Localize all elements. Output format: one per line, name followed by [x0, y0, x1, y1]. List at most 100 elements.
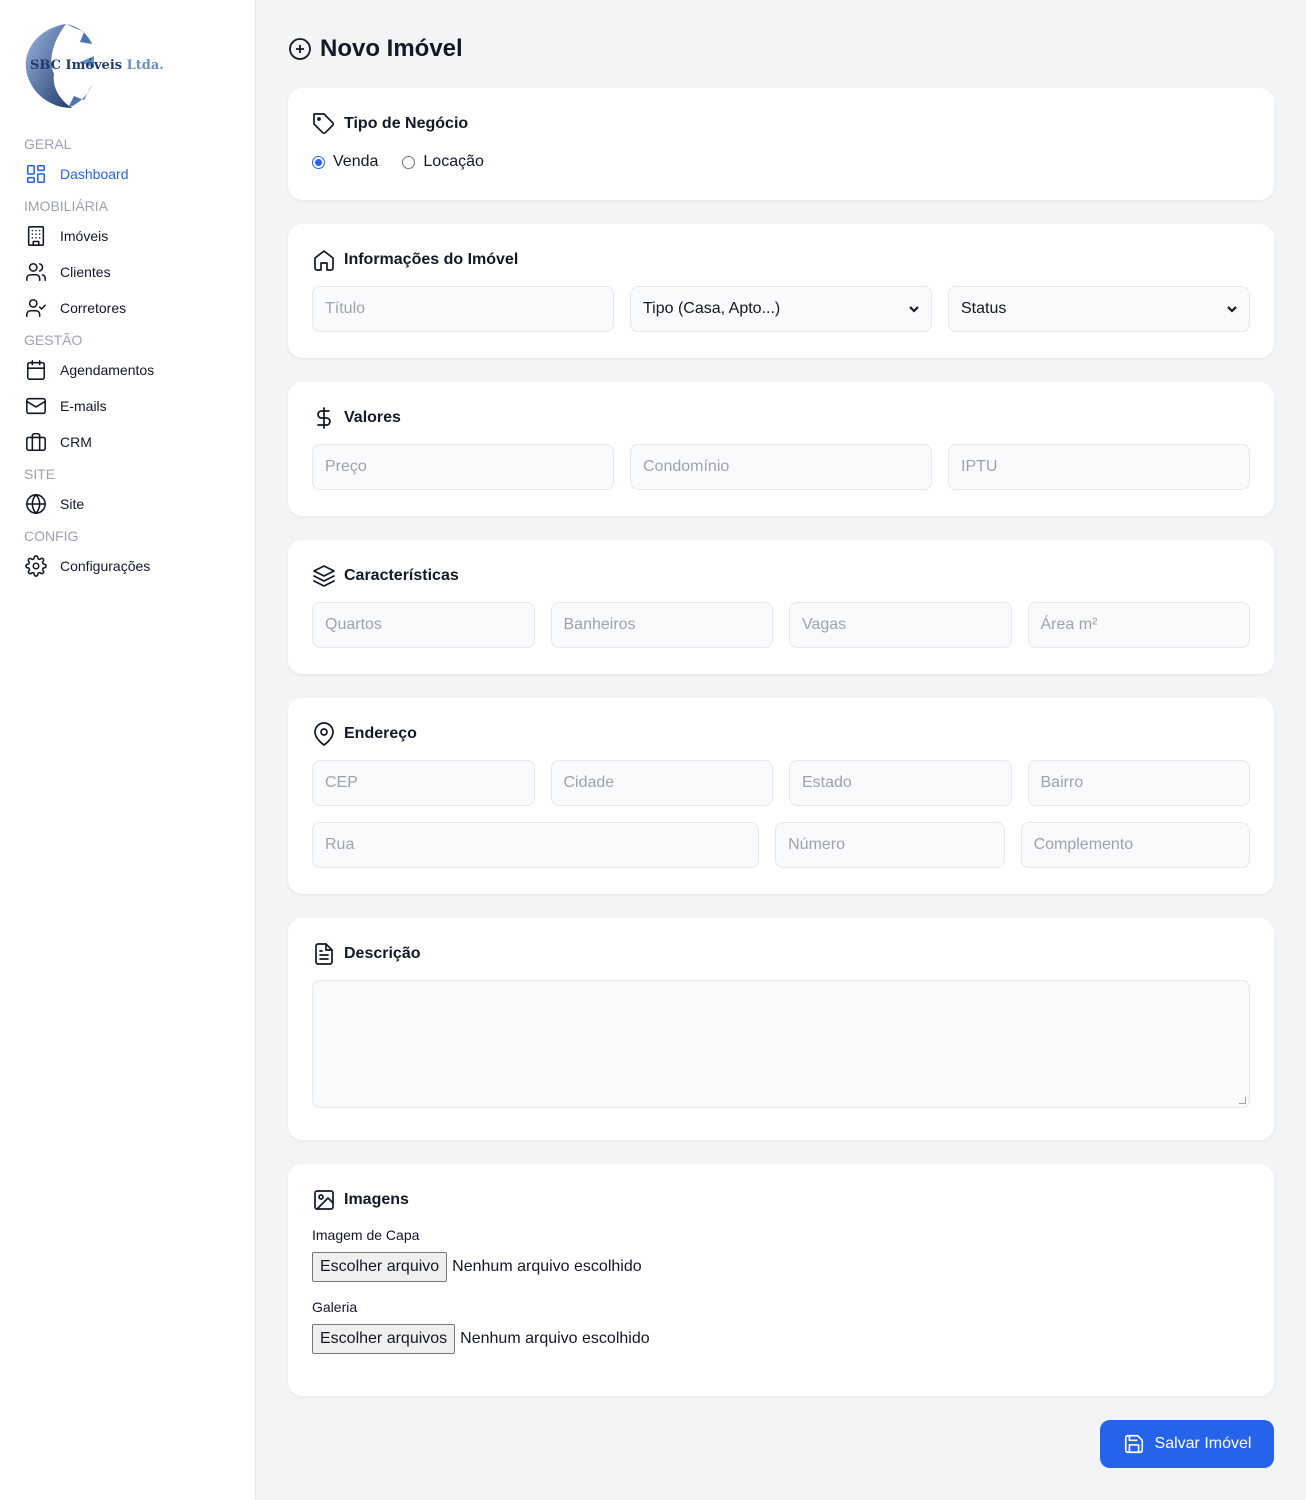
sidebar-nav: GERAL Dashboard IMOBILIÁRIA Imóveis Clie… [0, 130, 256, 584]
quartos-input[interactable]: Quartos [312, 602, 535, 648]
choose-file-button[interactable]: Escolher arquivo [312, 1252, 448, 1282]
tipo-select[interactable]: Tipo (Casa, Apto...) [630, 286, 932, 332]
select-value: Tipo (Casa, Apto...) [643, 300, 781, 317]
sidebar-item-emails[interactable]: E-mails [0, 388, 256, 424]
sidebar-item-crm[interactable]: CRM [0, 424, 256, 460]
radio-label: Locação [423, 153, 484, 170]
iptu-input[interactable]: IPTU [948, 444, 1250, 490]
sidebar-item-site[interactable]: Site [0, 486, 256, 522]
select-value: Status [961, 300, 1007, 317]
card-valores: Valores Preço Condomínio IPTU [288, 382, 1274, 516]
capa-file-input: Escolher arquivo Nenhum arquivo escolhid… [312, 1252, 1250, 1282]
card-heading-text: Valores [344, 409, 401, 426]
galeria-label: Galeria [312, 1299, 358, 1315]
nav-section-site: SITE [24, 466, 56, 482]
mail-icon [24, 394, 48, 418]
status-select[interactable]: Status [948, 286, 1250, 332]
save-button-label: Salvar Imóvel [1154, 1435, 1252, 1452]
sidebar-item-imoveis[interactable]: Imóveis [0, 218, 256, 254]
row-endereco-2: Rua Número Complemento [312, 822, 1250, 868]
numero-input[interactable]: Número [775, 822, 1005, 868]
radio-dot[interactable] [312, 155, 325, 169]
home-icon [314, 250, 334, 271]
capa-label: Imagem de Capa [312, 1227, 420, 1243]
sidebar-item-label: Site [60, 496, 85, 512]
sidebar: SBC Imóveis Ltda. GERAL Dashboard IMOBIL… [0, 0, 256, 1500]
sidebar-item-label: Imóveis [60, 228, 109, 244]
sidebar-item-label: E-mails [60, 398, 107, 414]
card-tipo-negocio: Tipo de Negócio Venda Locação [288, 88, 1274, 200]
area-input[interactable]: Área m² [1027, 602, 1250, 648]
dashboard-icon [24, 162, 48, 186]
card-heading: Informações do Imóvel [312, 246, 1250, 274]
cidade-input[interactable]: Cidade [550, 760, 773, 806]
building-icon [24, 224, 48, 248]
cep-input[interactable]: CEP [312, 760, 535, 806]
sidebar-item-label: Agendamentos [60, 362, 155, 378]
card-imagens: Imagens Imagem de Capa Escolher arquivo … [288, 1164, 1274, 1396]
logo-text: SBC Imóveis Ltda. [30, 58, 164, 73]
sidebar-item-label: Clientes [60, 264, 111, 280]
briefcase-icon [24, 430, 48, 454]
row-caracteristicas: Quartos Banheiros Vagas Área m² [312, 602, 1250, 648]
titulo-input[interactable]: Título [312, 286, 614, 332]
card-heading: Valores [312, 404, 1250, 432]
complemento-input[interactable]: Complemento [1020, 822, 1250, 868]
radio-dot[interactable] [402, 155, 416, 169]
galeria-file-input: Escolher arquivos Nenhum arquivo escolhi… [312, 1324, 1250, 1354]
card-heading-text: Informações do Imóvel [344, 251, 519, 268]
nav-section-gestao: GESTÃO [24, 332, 83, 348]
card-heading-text: Imagens [344, 1191, 409, 1208]
estado-input[interactable]: Estado [789, 760, 1012, 806]
row-endereco-1: CEP Cidade Estado Bairro [312, 760, 1250, 806]
card-endereco: Endereço CEP Cidade Estado Bairro Rua Nú… [288, 698, 1274, 894]
globe-icon [24, 492, 48, 516]
image-icon [314, 1190, 334, 1210]
save-button[interactable]: Salvar Imóvel [1100, 1420, 1274, 1468]
sidebar-item-dashboard[interactable]: Dashboard [0, 156, 256, 192]
sidebar-item-label: Configurações [60, 558, 151, 574]
card-heading: Descrição [312, 940, 1250, 968]
sidebar-item-agendamentos[interactable]: Agendamentos [0, 352, 256, 388]
sidebar-item-clientes[interactable]: Clientes [0, 254, 256, 290]
card-caracteristicas: Características Quartos Banheiros Vagas … [288, 540, 1274, 674]
banheiros-input[interactable]: Banheiros [550, 602, 773, 648]
map-pin-icon [314, 722, 334, 746]
sidebar-item-label: Dashboard [60, 166, 129, 182]
condominio-input[interactable]: Condomínio [630, 444, 932, 490]
nav-section-config: CONFIG [24, 528, 79, 544]
card-heading: Endereço [312, 720, 1250, 748]
page-title: Novo Imóvel [288, 24, 1274, 74]
radio-venda[interactable]: Venda [312, 153, 378, 171]
vagas-input[interactable]: Vagas [789, 602, 1012, 648]
sidebar-item-label: CRM [60, 434, 92, 450]
card-heading: Tipo de Negócio [312, 110, 1250, 138]
save-icon [1124, 1434, 1143, 1454]
user-check-icon [24, 296, 48, 320]
choose-files-button[interactable]: Escolher arquivos [312, 1324, 456, 1354]
calendar-icon [24, 358, 48, 382]
page-title-text: Novo Imóvel [320, 35, 463, 62]
file-status: Nenhum arquivo escolhido [460, 1330, 650, 1347]
sidebar-item-corretores[interactable]: Corretores [0, 290, 256, 326]
card-heading-text: Características [344, 567, 459, 584]
tag-icon [313, 113, 335, 135]
dollar-icon [317, 407, 331, 429]
row-informacoes: Título Tipo (Casa, Apto...) Status [312, 286, 1250, 332]
card-heading-text: Descrição [344, 945, 421, 962]
company-logo[interactable]: SBC Imóveis Ltda. [22, 22, 182, 110]
rua-input[interactable]: Rua [312, 822, 760, 868]
radio-group-tipo-negocio: Venda Locação [312, 150, 1250, 174]
file-text-icon [315, 943, 333, 965]
preco-input[interactable]: Preço [312, 444, 614, 490]
card-heading-text: Tipo de Negócio [344, 115, 469, 132]
card-heading: Imagens [312, 1186, 1250, 1214]
chevron-down-icon [909, 306, 919, 313]
bairro-input[interactable]: Bairro [1027, 760, 1250, 806]
radio-locacao[interactable]: Locação [402, 153, 484, 171]
sidebar-item-configuracoes[interactable]: Configurações [0, 548, 256, 584]
nav-section-imobiliaria: IMOBILIÁRIA [24, 198, 109, 214]
card-heading: Características [312, 562, 1250, 590]
card-informacoes: Informações do Imóvel Título Tipo (Casa,… [288, 224, 1274, 358]
descricao-textarea[interactable] [312, 980, 1250, 1108]
